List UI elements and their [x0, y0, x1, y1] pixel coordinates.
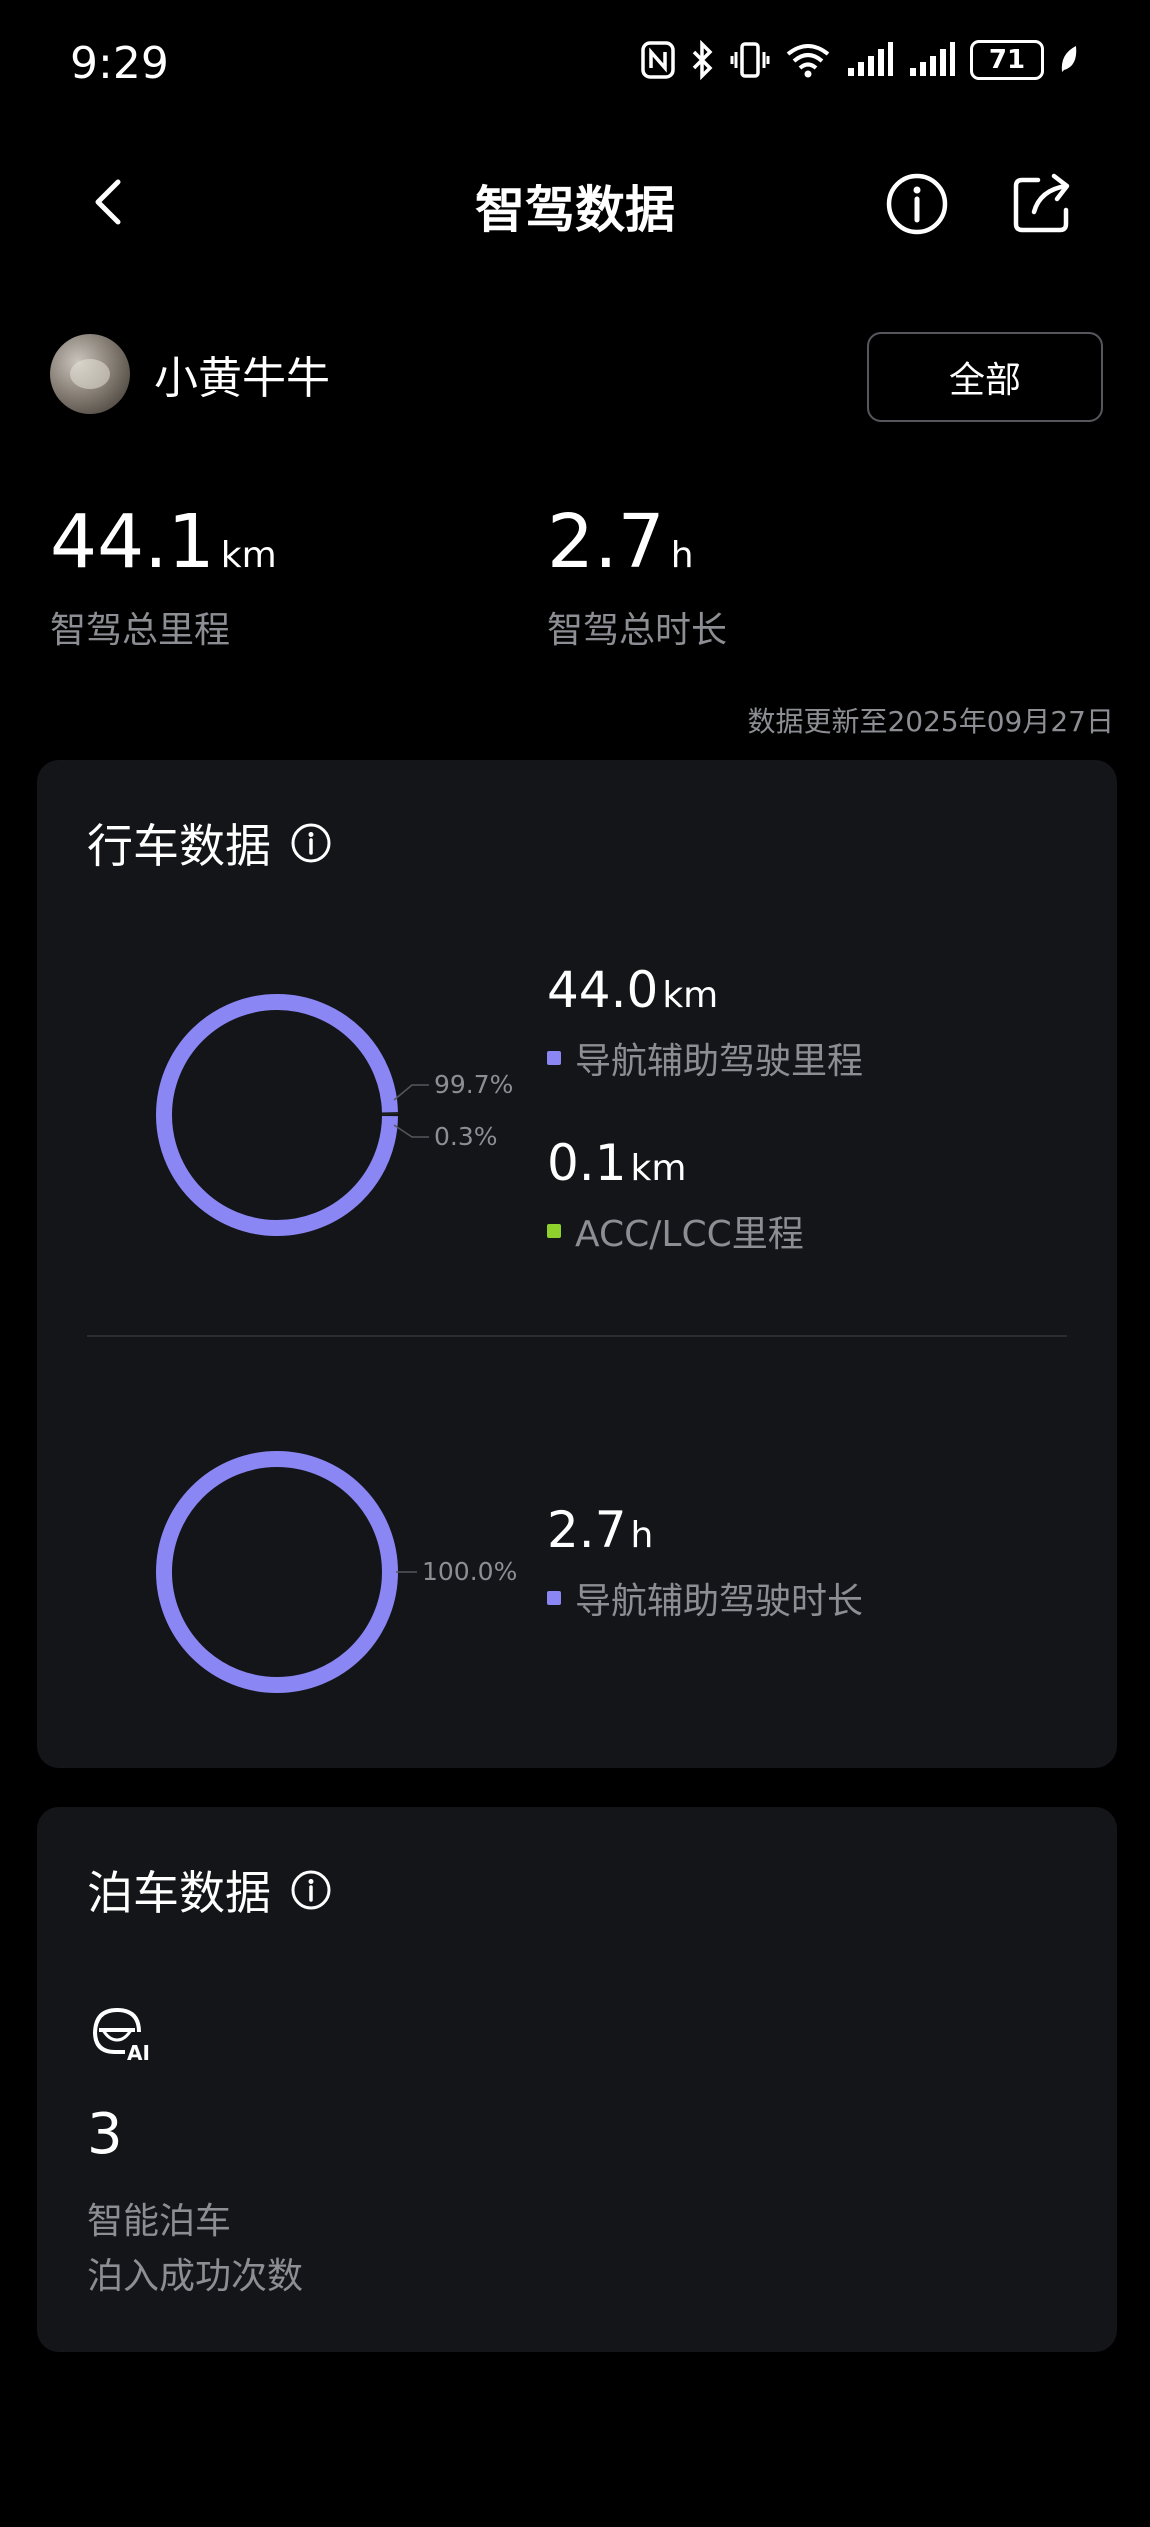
nav-duration-unit: h: [630, 1515, 654, 1556]
acc-distance-label: ACC/LCC里程: [575, 1214, 804, 1255]
nfc-icon: [641, 41, 675, 79]
legend-nav-distance: 44.0 km 导航辅助驾驶里程: [547, 965, 863, 1084]
share-icon: [1013, 173, 1070, 233]
total-distance-value: 44.1: [50, 499, 215, 585]
user-row: 小黄牛牛 全部: [50, 332, 1103, 427]
total-duration-unit: h: [670, 535, 694, 576]
vibrate-icon: [730, 42, 770, 78]
legend-nav-duration: 2.7 h 导航辅助驾驶时长: [547, 1505, 863, 1624]
page-title: 智驾数据: [475, 181, 675, 239]
acc-distance-value: 0.1: [547, 1134, 627, 1192]
nav-duration-value: 2.7: [547, 1501, 627, 1559]
filter-all-button[interactable]: 全部: [867, 332, 1103, 422]
info-icon[interactable]: [289, 1868, 333, 1912]
distance-donut-chart: 99.7% 0.3%: [112, 975, 513, 1255]
duration-donut-svg: 100.0%: [156, 1451, 517, 1693]
bluetooth-icon: [692, 40, 713, 80]
svg-text:AI: AI: [127, 2041, 150, 2064]
legend-swatch-nav-distance: [547, 1051, 561, 1065]
total-distance-label: 智驾总里程: [50, 610, 231, 651]
share-button[interactable]: [1010, 172, 1074, 236]
wifi-icon: [786, 44, 830, 78]
parking-card-title: 泊车数据: [87, 1866, 271, 1920]
total-duration-label: 智驾总时长: [547, 610, 728, 651]
driving-data-card: 行车数据 99.7% 0.3% 44.0 km 导航辅助驾驶里程 0.1 km ACC…: [37, 760, 1117, 1768]
legend-swatch-acc-distance: [547, 1224, 561, 1238]
percent-label: 99.7%: [434, 1070, 513, 1099]
nav-distance-value: 44.0: [547, 961, 659, 1019]
summary-stats: 44.1 km 智驾总里程 2.7 h 智驾总时长: [50, 505, 1100, 665]
info-button[interactable]: [885, 172, 949, 236]
parking-label: 智能泊车: [87, 2201, 232, 2242]
parking-sublabel: 泊入成功次数: [87, 2256, 304, 2297]
leaf-icon: [1061, 46, 1077, 72]
leader-line: [393, 1124, 429, 1138]
donut-segment: [156, 1451, 398, 1693]
status-bar: 9:29 71: [0, 0, 1150, 130]
total-duration-value: 2.7: [547, 499, 665, 585]
legend-acc-distance: 0.1 km ACC/LCC里程: [547, 1138, 804, 1257]
info-icon[interactable]: [289, 821, 333, 865]
ai-parking-icon: AI: [93, 2007, 150, 2064]
nav-distance-label: 导航辅助驾驶里程: [575, 1041, 864, 1082]
parking-success-count: 3: [87, 2102, 123, 2167]
signal-icon-1: [848, 42, 893, 76]
driving-card-title: 行车数据: [87, 819, 271, 873]
total-distance-stat: 44.1 km 智驾总里程: [50, 505, 277, 653]
nav-duration-label: 导航辅助驾驶时长: [575, 1581, 864, 1622]
status-time: 9:29: [70, 38, 169, 89]
duration-donut-chart: 100.0%: [112, 1432, 517, 1712]
nav-distance-unit: km: [662, 975, 719, 1016]
parking-data-card: 泊车数据 AI 3 智能泊车 泊入成功次数: [37, 1807, 1117, 2352]
donut-segment: [156, 994, 398, 1236]
avatar[interactable]: [50, 334, 130, 414]
status-icons: 71: [640, 40, 1080, 80]
parking-card-header: 泊车数据: [87, 1857, 333, 1923]
signal-icon-2: [910, 42, 955, 76]
legend-swatch-nav-duration: [547, 1591, 561, 1605]
percent-label: 0.3%: [434, 1122, 498, 1151]
username: 小黄牛牛: [154, 353, 330, 404]
update-note: 数据更新至2025年09月27日: [747, 705, 1114, 738]
percent-label: 100.0%: [422, 1557, 517, 1586]
info-icon: [886, 173, 948, 235]
page-header: 智驾数据: [0, 150, 1150, 255]
card-divider: [87, 1335, 1067, 1337]
total-distance-unit: km: [220, 535, 277, 576]
acc-distance-unit: km: [630, 1148, 687, 1189]
total-duration-stat: 2.7 h 智驾总时长: [547, 505, 727, 653]
leader-line: [393, 1084, 429, 1101]
distance-donut-svg: 99.7% 0.3%: [156, 994, 513, 1236]
driving-card-header: 行车数据: [87, 810, 333, 876]
battery-level: 71: [988, 45, 1026, 75]
battery-indicator: 71: [970, 40, 1044, 80]
